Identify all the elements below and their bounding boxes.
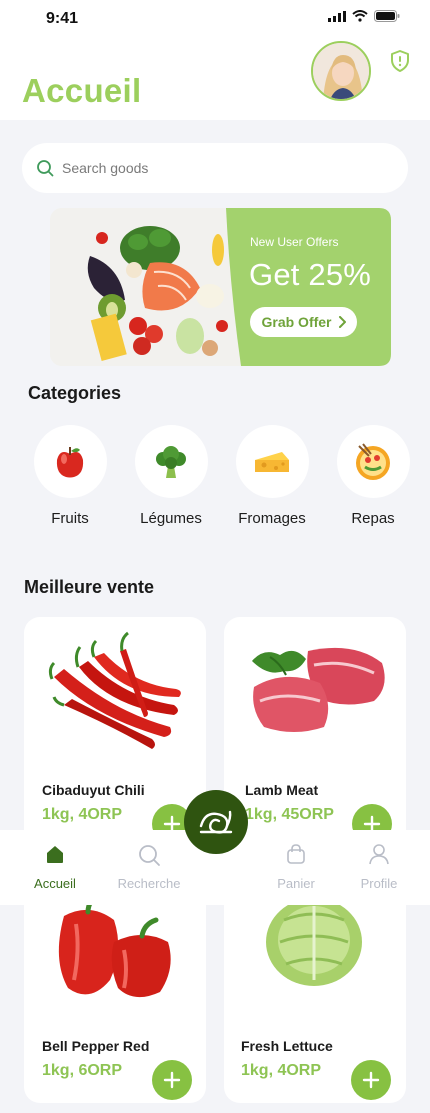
nav-item-recherche[interactable]: Recherche bbox=[109, 843, 189, 891]
category-legumes[interactable]: Légumes bbox=[126, 425, 216, 527]
center-action-button[interactable] bbox=[184, 790, 248, 854]
grab-offer-label: Grab Offer bbox=[261, 314, 332, 330]
nav-label: Panier bbox=[277, 876, 315, 891]
offer-subtitle: New User Offers bbox=[250, 235, 339, 249]
category-fromages[interactable]: Fromages bbox=[227, 425, 317, 527]
category-label: Repas bbox=[351, 510, 395, 527]
nav-item-panier[interactable]: Panier bbox=[256, 843, 336, 891]
wifi-icon bbox=[352, 10, 368, 22]
nav-label: Recherche bbox=[117, 876, 181, 891]
apple-icon bbox=[56, 446, 84, 477]
product-name: Lamb Meat bbox=[245, 782, 319, 798]
add-to-cart-button[interactable] bbox=[152, 1060, 192, 1100]
grab-offer-button[interactable]: Grab Offer bbox=[250, 307, 357, 337]
product-price: 1kg, 45ORP bbox=[245, 806, 334, 823]
search-icon bbox=[139, 845, 160, 866]
product-name: Bell Pepper Red bbox=[42, 1038, 150, 1054]
battery-icon bbox=[374, 10, 400, 22]
home-icon bbox=[47, 846, 63, 863]
product-name: Fresh Lettuce bbox=[241, 1038, 333, 1054]
shield-icon[interactable] bbox=[388, 49, 412, 73]
offer-headline: Get 25% bbox=[249, 257, 372, 292]
status-icons bbox=[328, 10, 400, 22]
category-label: Légumes bbox=[140, 510, 202, 527]
user-icon bbox=[369, 844, 389, 865]
search-bar[interactable] bbox=[22, 143, 408, 193]
add-to-cart-button[interactable] bbox=[351, 1060, 391, 1100]
category-label: Fromages bbox=[238, 510, 306, 527]
category-label: Fruits bbox=[51, 510, 89, 527]
search-input[interactable] bbox=[62, 160, 382, 176]
vegetables-image bbox=[50, 208, 250, 366]
cheese-icon bbox=[255, 451, 289, 472]
product-price: 1kg, 4ORP bbox=[241, 1062, 322, 1079]
category-fruits[interactable]: Fruits bbox=[25, 425, 115, 527]
nav-label: Profile bbox=[360, 876, 398, 891]
brand-logo-icon bbox=[199, 810, 233, 834]
best-sellers-title: Meilleure vente bbox=[24, 577, 155, 597]
meal-bowl-icon bbox=[356, 442, 390, 480]
plus-icon bbox=[163, 1071, 181, 1089]
signal-icon bbox=[328, 10, 346, 22]
broccoli-icon bbox=[156, 445, 186, 478]
category-repas[interactable]: Repas bbox=[328, 425, 418, 527]
nav-label: Accueil bbox=[34, 876, 76, 891]
plus-icon bbox=[362, 1071, 380, 1089]
avatar[interactable] bbox=[311, 41, 371, 101]
product-price: 1kg, 4ORP bbox=[42, 806, 123, 823]
categories-title: Categories bbox=[28, 383, 122, 403]
nav-item-accueil[interactable]: Accueil bbox=[15, 843, 95, 891]
status-time: 9:41 bbox=[46, 10, 79, 27]
product-name: Cibaduyut Chili bbox=[42, 782, 145, 798]
page-title: Accueil bbox=[22, 72, 142, 109]
product-price: 1kg, 6ORP bbox=[42, 1062, 123, 1079]
search-icon bbox=[37, 160, 54, 177]
lamb-meat-image bbox=[252, 647, 385, 732]
chevron-right-icon bbox=[338, 316, 346, 328]
bag-icon bbox=[287, 844, 305, 864]
chili-image bbox=[48, 631, 181, 749]
nav-item-profile[interactable]: Profile bbox=[339, 843, 419, 891]
